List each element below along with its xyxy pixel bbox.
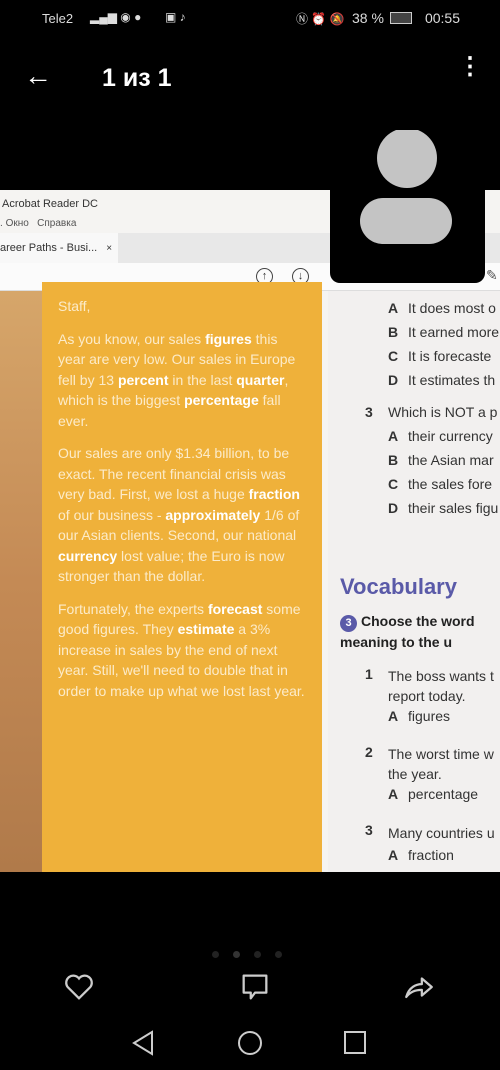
- page-counter: 1 из 1: [102, 64, 172, 92]
- tab-label: areer Paths - Busi...: [0, 242, 98, 254]
- letter-paragraph-3: Fortunately, the experts forecast some g…: [58, 600, 305, 699]
- q3-option-c: Cthe sales fore: [388, 476, 493, 492]
- letter-box: Staff, As you know, our sales figures th…: [42, 282, 322, 872]
- q3-number: 3: [365, 404, 373, 420]
- letter-paragraph-1: As you know, our sales figures this year…: [58, 330, 296, 429]
- status-bar: Tele2 ▂▄▆ ◉ ● ▣ ♪ Ⓝ ⏰ 🔕 38 % 00:55: [0, 0, 500, 36]
- page-indicator: [205, 945, 289, 963]
- tiktok-icon: ▣ ♪: [165, 10, 186, 24]
- photo-image: Acrobat Reader DC . Окно Справка areer P…: [0, 190, 500, 872]
- clock: 00:55: [424, 10, 460, 26]
- menu-window: Окно: [5, 218, 29, 229]
- questions-column: A It does most o B It earned more C It is f…: [328, 291, 500, 872]
- highlighted-term: fraction: [248, 486, 300, 502]
- acrobat-menu: . Окно Справка: [0, 218, 77, 229]
- exercise-badge: 3: [340, 615, 357, 632]
- vocab-item-3-number: 3: [365, 822, 373, 838]
- share-icon[interactable]: [402, 970, 436, 1004]
- acrobat-title: Acrobat Reader DC: [2, 198, 98, 210]
- avatar-overlay: [330, 128, 485, 283]
- more-options-icon[interactable]: ⋮: [458, 55, 482, 79]
- highlighted-term: approximately: [165, 506, 261, 523]
- q2-option-b: B It earned more: [388, 324, 500, 340]
- highlighted-term: quarter: [236, 371, 285, 388]
- q3-option-a: Atheir currency: [388, 428, 493, 444]
- battery-icon: [390, 12, 412, 24]
- q2-option-c: C It is forecaste: [388, 348, 492, 364]
- q3-option-b: Bthe Asian mar: [388, 452, 494, 468]
- q3-option-d: Dtheir sales figu: [388, 500, 499, 516]
- document-tab: areer Paths - Busi... ×: [0, 233, 118, 263]
- tab-close-icon: ×: [106, 243, 113, 254]
- signal-icon: ▂▄▆ ◉ ●: [90, 10, 142, 24]
- vocab-item-1: The boss wants t report today. Afigures: [388, 668, 494, 724]
- menu-help: Справка: [37, 218, 77, 229]
- vocab-item-2: The worst time w the year. Apercentage: [388, 746, 494, 802]
- alarm-icon: Ⓝ ⏰ 🔕: [296, 12, 345, 26]
- comment-icon[interactable]: [238, 970, 272, 1004]
- highlighted-term: figures: [205, 330, 252, 347]
- highlighted-term: percentage: [184, 392, 259, 408]
- highlighted-term: percent: [117, 371, 169, 388]
- salutation: Staff,: [58, 298, 91, 314]
- q2-option-d: D It estimates th: [388, 372, 496, 388]
- q2-option-a: A It does most o: [388, 300, 496, 316]
- pen-icon: ✎: [486, 267, 498, 283]
- battery-percent: 38 %: [352, 10, 384, 26]
- decorative-image-strip: [0, 291, 42, 872]
- nav-recents-icon[interactable]: [342, 1028, 368, 1058]
- back-arrow-icon[interactable]: ←: [24, 60, 52, 92]
- nav-back-icon[interactable]: [130, 1028, 156, 1058]
- highlighted-term: currency: [58, 547, 118, 564]
- vocab-item-3: Many countries u Afraction: [388, 825, 495, 863]
- vocab-item-2-number: 2: [365, 744, 373, 760]
- highlighted-term: forecast: [207, 600, 263, 617]
- letter-paragraph-2: Our sales are only $1.34 billion, to be …: [58, 445, 300, 584]
- vocab-item-1-number: 1: [365, 666, 373, 682]
- vocabulary-heading: Vocabulary: [340, 574, 457, 599]
- nav-home-icon[interactable]: [236, 1028, 264, 1058]
- app-bar: ← 1 из 1 ⋮: [0, 50, 500, 106]
- heart-icon[interactable]: [62, 970, 96, 1004]
- highlighted-term: estimate: [177, 621, 235, 637]
- carrier: Tele2: [42, 11, 74, 26]
- q3-text: Which is NOT a p: [388, 404, 498, 420]
- person-icon: [360, 128, 452, 244]
- vocabulary-instruction: 3 Choose the word meaning to the u: [340, 613, 475, 650]
